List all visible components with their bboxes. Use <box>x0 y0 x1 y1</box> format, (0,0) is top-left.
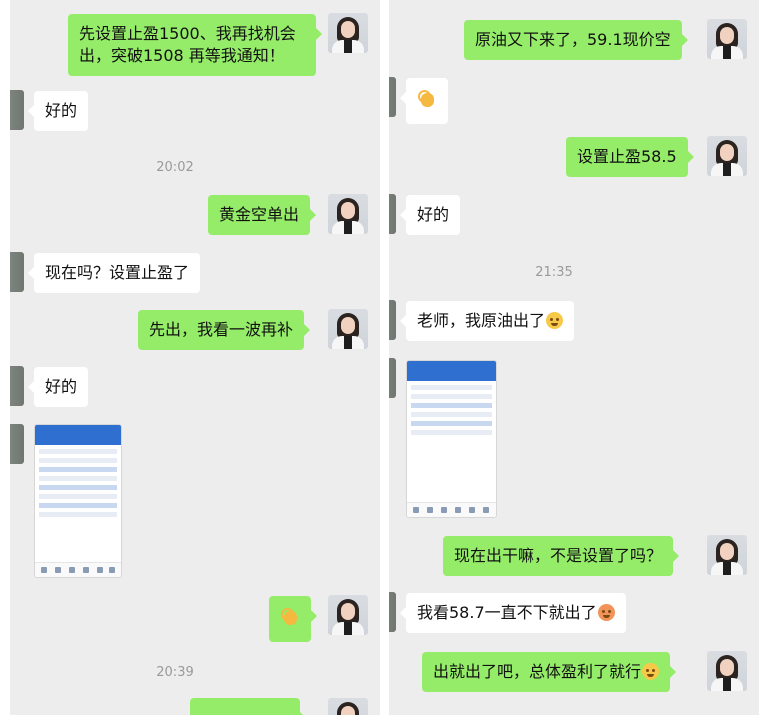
message-text: 原油又下来了，59.1现价空 <box>475 30 671 49</box>
avatar-self[interactable] <box>707 651 747 691</box>
avatar-self[interactable] <box>328 698 368 715</box>
message-bubble-contact[interactable]: 现在吗？设置止盈了 <box>27 253 201 293</box>
image-message-trade-screenshot[interactable] <box>406 360 497 518</box>
message-text: 设置止盈58.5 <box>577 147 677 166</box>
ok-hand-icon <box>416 87 438 109</box>
laughing-face-icon <box>642 663 660 680</box>
message-text: 先设置止盈1500、我再找机会出，突破1508 再等我通知！ <box>79 24 296 65</box>
chat-panel-right: 原油又下来了，59.1现价空 设置止盈58.5 好的 21:35 老师，我原油出… <box>389 0 759 715</box>
timestamp: 21:35 <box>535 265 573 280</box>
chat-panel-left: 先设置止盈1500、我再找机会出，突破1508 再等我通知！ 好的 20:02 … <box>10 0 380 715</box>
message-bubble-self[interactable]: 黄金空单出 <box>208 195 317 235</box>
avatar-contact[interactable] <box>389 592 396 632</box>
avatar-self[interactable] <box>707 136 747 176</box>
avatar-contact[interactable] <box>389 358 396 398</box>
message-text: 好的 <box>45 101 78 120</box>
image-message-trade-screenshot[interactable] <box>34 424 122 578</box>
message-bubble-self[interactable] <box>269 596 317 642</box>
timestamp: 20:39 <box>156 665 194 680</box>
avatar-self[interactable] <box>328 595 368 635</box>
flushed-face-icon <box>546 312 564 329</box>
avatar-contact[interactable] <box>10 366 24 406</box>
message-bubble-contact[interactable] <box>400 78 448 124</box>
message-text: 好的 <box>417 205 450 224</box>
message-bubble-self[interactable]: 先出，我看一波再补 <box>138 310 311 350</box>
message-bubble-contact[interactable]: 好的 <box>27 367 89 407</box>
message-bubble-self[interactable]: 原油又下来了，59.1现价空 <box>464 20 688 60</box>
message-text: 我看58.7一直不下就出了 <box>417 603 597 622</box>
avatar-contact[interactable] <box>389 194 396 234</box>
message-text: 现在吗？设置止盈了 <box>45 263 190 282</box>
ok-hand-icon <box>279 605 301 627</box>
avatar-self[interactable] <box>707 19 747 59</box>
message-bubble-self[interactable]: 现在出干嘛，不是设置了吗？ <box>443 536 680 576</box>
message-bubble-contact[interactable]: 好的 <box>399 195 461 235</box>
message-text: 好的 <box>45 377 78 396</box>
avatar-contact[interactable] <box>389 77 396 117</box>
message-bubble-self[interactable]: 先设置止盈1500、我再找机会出，突破1508 再等我通知！ <box>68 14 322 76</box>
message-bubble-self[interactable]: 出就出了吧，总体盈利了就行 <box>422 652 677 692</box>
avatar-contact[interactable] <box>10 90 24 130</box>
avatar-self[interactable] <box>328 194 368 234</box>
message-bubble-contact[interactable]: 好的 <box>27 91 89 131</box>
avatar-self[interactable] <box>707 535 747 575</box>
message-bubble-self[interactable]: 设置止盈58.5 <box>566 137 694 177</box>
avatar-self[interactable] <box>328 13 368 53</box>
avatar-contact[interactable] <box>10 252 24 292</box>
message-text: 老师，我原油出了 <box>417 311 546 330</box>
pouting-face-icon <box>597 604 615 621</box>
message-bubble-contact[interactable]: 老师，我原油出了 <box>399 301 575 341</box>
avatar-contact[interactable] <box>389 300 396 340</box>
message-text: 出就出了吧，总体盈利了就行 <box>433 662 642 681</box>
message-text: 现在出干嘛，不是设置了吗？ <box>454 546 663 565</box>
message-text: 黄金空单出 <box>219 205 300 224</box>
message-bubble-self-partial[interactable] <box>190 698 306 715</box>
timestamp: 20:02 <box>156 160 194 175</box>
avatar-self[interactable] <box>328 309 368 349</box>
message-bubble-contact[interactable]: 我看58.7一直不下就出了 <box>400 593 626 633</box>
message-text: 先出，我看一波再补 <box>149 320 294 339</box>
avatar-contact[interactable] <box>10 424 24 464</box>
